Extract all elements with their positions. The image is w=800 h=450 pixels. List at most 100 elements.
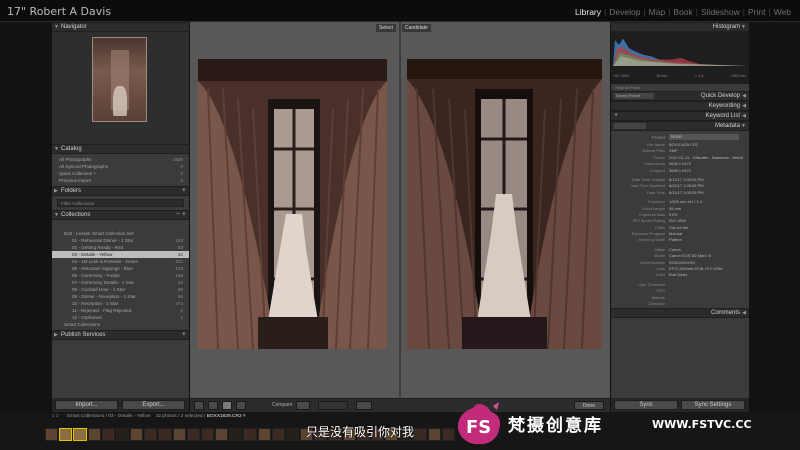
publish-services-header[interactable]: ▶ Publish Services + [52,330,189,340]
filmstrip-thumbnail[interactable] [115,428,130,441]
meta-value[interactable]: Pattern [669,237,743,243]
collection-item[interactable]: 06 - Ceremony - Purple 196 [52,272,189,279]
filter-collections-input[interactable]: Filter Collections [57,199,184,207]
folders-header[interactable]: ▶ Folders + [52,186,189,196]
filmstrip-thumbnail[interactable] [130,428,144,441]
filmstrip-source[interactable]: Smart Collections / 03 - Details - Yello… [67,414,151,419]
expand-arrow-icon: ◀ [742,93,746,99]
filmstrip-thumbnail[interactable] [229,428,243,441]
histogram-title: Histogram [712,24,740,30]
candidate-photo[interactable] [407,59,602,349]
module-library[interactable]: Library [572,7,604,17]
catalog-item[interactable]: Quick Collection + 0 [52,170,189,177]
filmstrip-thumbnail[interactable] [45,428,59,441]
collection-count: 474 [175,301,183,306]
add-keyword-icon[interactable]: + [614,112,618,120]
keywording-header[interactable]: Keywording ◀ [611,101,749,111]
filmstrip-thumbnail[interactable] [101,428,115,441]
zoom-slider[interactable] [318,401,348,410]
preset-select[interactable]: None [669,134,739,140]
meta-value[interactable]: Bob Davis [669,272,743,278]
filmstrip-thumbnail[interactable] [59,428,73,441]
metadata-header[interactable]: Metadata ▼ [611,121,749,131]
filmstrip-thumbnail[interactable] [73,428,87,441]
filmstrip-thumbnail[interactable] [285,428,300,441]
add-publish-service-icon[interactable]: + [182,331,186,339]
keyword-list-header[interactable]: + Keyword List ◀ [611,111,749,121]
collection-item-selected[interactable]: 03 - Details - Yellow 42 [52,251,189,258]
filmstrip-thumbnail[interactable] [441,428,455,441]
collection-label: 01 - Rehearsal Dinner - 1 Star [72,238,134,243]
view-mode-survey-button[interactable] [236,401,246,410]
collection-item[interactable]: 04 - 1st Look & Portraits - Green 221 [52,258,189,265]
add-folder-icon[interactable]: + [182,187,186,195]
export-button[interactable]: Export... [122,400,185,410]
filmstrip-thumbnail[interactable] [87,428,101,441]
collection-set[interactable]: Bolt - Lessek Smart Collection Set [52,230,189,237]
navigator-preview[interactable] [52,32,189,144]
video-subtitle: 只是没有吸引你对我 [306,425,415,439]
quick-develop-title: Quick Develop [700,93,740,99]
collection-label: 02 - Getting Ready - Red [72,245,124,250]
view-mode-grid-button[interactable] [194,401,204,410]
collection-item[interactable]: 09 - Dinner - Reception - 1 Star 58 [52,293,189,300]
catalog-header[interactable]: ▼ Catalog [52,144,189,154]
meta-value[interactable]: 3648 x 5472 [669,168,743,174]
module-map[interactable]: Map [646,7,669,17]
quick-develop-header[interactable]: Saved Preset Quick Develop ◀ [611,91,749,101]
filmstrip-thumbnail[interactable] [200,428,215,441]
collapse-arrow-icon: ▼ [741,24,746,30]
collection-item[interactable]: 01 - Rehearsal Dinner - 1 Star 153 [52,237,189,244]
filmstrip-thumbnail[interactable] [186,428,200,441]
comments-header[interactable]: Comments ◀ [611,308,749,318]
collection-set[interactable]: Smart Collections [52,321,189,328]
catalog-item[interactable]: Previous Import 0 [52,177,189,184]
filmstrip-thumbnail[interactable] [257,428,271,441]
module-web[interactable]: Web [771,7,794,17]
collection-item[interactable]: 12 - Orphaned 1 [52,314,189,321]
collection-item[interactable]: 11 - Rejected - Flag Rejected 0 [52,307,189,314]
filmstrip-thumbnail[interactable] [427,428,441,441]
navigator-header[interactable]: ▼ Navigator [52,22,189,32]
collections-header[interactable]: ▼ Collections − + [52,210,189,220]
histogram-header[interactable]: Histogram ▼ [611,22,749,32]
metadata-title: Metadata [714,123,740,129]
filmstrip-thumbnail[interactable] [172,428,186,441]
watermark: FS 梵摄创意库 WWW.FSTVC.CC [455,398,755,448]
link-focus-button[interactable] [296,401,310,410]
module-slideshow[interactable]: Slideshow [698,7,743,17]
collection-item[interactable]: 10 - Reception - 1 Star 474 [52,300,189,307]
catalog-item[interactable]: All Synced Photographs 0 [52,163,189,170]
collection-count: 68 [177,287,183,292]
view-mode-compare-button[interactable] [222,401,232,410]
saved-preset-select[interactable]: Saved Preset [614,93,654,99]
filmstrip-thumbnail[interactable] [144,428,158,441]
filmstrip-thumbnail[interactable] [271,428,285,441]
filmstrip-monitor-buttons[interactable]: 1 2 [52,414,59,419]
catalog-item[interactable]: All Photographs 1826 [52,156,189,163]
import-button[interactable]: Import... [55,400,118,410]
swap-button[interactable] [356,401,372,410]
collapse-triangle-icon: ▶ [54,188,58,194]
filmstrip-thumbnail[interactable] [413,428,427,441]
module-print[interactable]: Print [745,7,768,17]
filmstrip-thumbnail[interactable] [215,428,229,441]
filename-dropdown-icon[interactable]: ▾ [243,414,245,419]
module-book[interactable]: Book [670,7,695,17]
module-develop[interactable]: Develop [606,7,643,17]
collection-item[interactable]: 05 - Reluctant Signings - Blue 134 [52,265,189,272]
collections-options-icon[interactable]: − + [176,211,186,219]
expand-triangle-icon: ▼ [54,146,59,152]
collection-item[interactable]: 02 - Getting Ready - Red 53 [52,244,189,251]
view-mode-loupe-button[interactable] [208,401,218,410]
filmstrip-thumbnail[interactable] [243,428,257,441]
filmstrip-thumbnail[interactable] [158,428,172,441]
collection-item[interactable]: 08 - Cocktail Hour - 1 Star 68 [52,286,189,293]
collection-item[interactable]: 07 - Ceremony Details - 1 Star 24 [52,279,189,286]
collection-label: 06 - Ceremony - Purple [72,273,120,278]
collection-count: 53 [177,245,183,250]
meta-value[interactable]: 8/11/17 1:00:26 PM [669,190,743,196]
metadata-view-select[interactable] [614,123,646,129]
collection-label: 09 - Dinner - Reception - 1 Star [72,294,136,299]
select-photo[interactable] [198,59,387,349]
